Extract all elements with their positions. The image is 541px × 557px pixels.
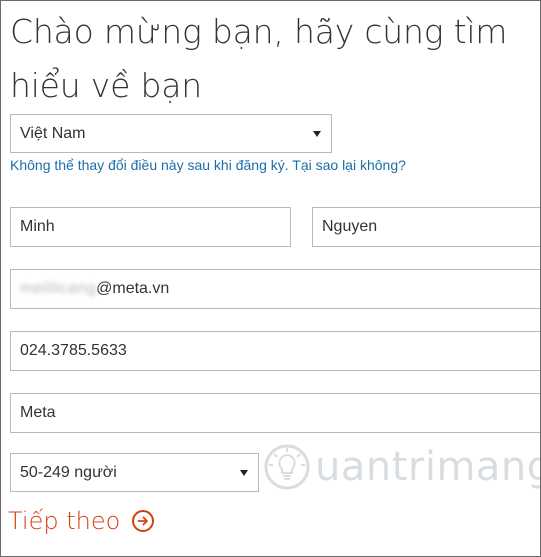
email-domain: @meta.vn: [96, 280, 170, 297]
company-size-select[interactable]: 50-249 người: [10, 453, 259, 492]
email-masked-prefix: melilicang: [20, 280, 97, 297]
watermark: uantrimang: [263, 443, 541, 491]
next-button-label: Tiếp theo: [8, 507, 121, 535]
company-size-value: 50-249 người: [20, 463, 117, 481]
last-name-value: Nguyen: [322, 218, 378, 235]
signup-form-panel: Chào mừng bạn, hãy cùng tìm hiểu về bạn …: [0, 0, 541, 557]
company-field[interactable]: Meta: [10, 393, 540, 433]
country-select[interactable]: Việt Nam: [10, 114, 332, 153]
phone-value: 024.3785.5633: [20, 342, 127, 359]
last-name-field[interactable]: Nguyen: [312, 207, 540, 247]
next-button[interactable]: Tiếp theo: [8, 507, 155, 535]
lightbulb-logo-icon: [264, 444, 310, 490]
chevron-down-icon: [240, 469, 248, 476]
email-field[interactable]: melilicang @meta.vn: [10, 269, 540, 309]
watermark-text: uantrimang: [315, 444, 541, 490]
country-helper-link[interactable]: Không thể thay đổi điều này sau khi đăng…: [10, 157, 406, 173]
page-title: Chào mừng bạn, hãy cùng tìm hiểu về bạn: [10, 12, 508, 105]
first-name-field[interactable]: Minh: [10, 207, 291, 247]
first-name-value: Minh: [20, 218, 55, 235]
country-select-value: Việt Nam: [20, 124, 86, 142]
company-value: Meta: [20, 404, 56, 421]
phone-field[interactable]: 024.3785.5633: [10, 331, 540, 371]
chevron-down-icon: [313, 130, 321, 137]
arrow-right-circle-icon: [132, 510, 155, 532]
